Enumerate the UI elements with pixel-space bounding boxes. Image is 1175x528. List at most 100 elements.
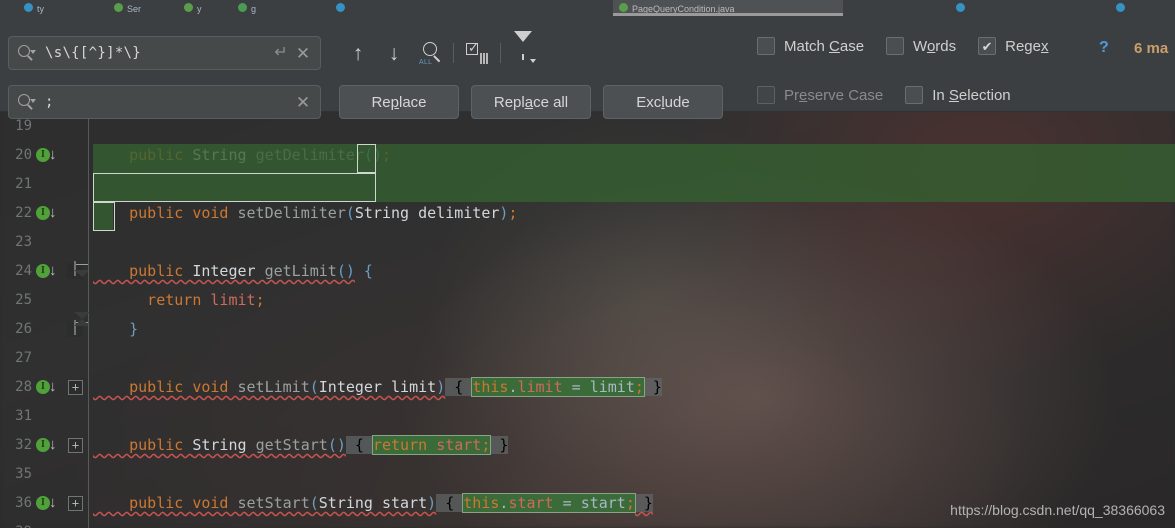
toolbar-divider <box>453 43 454 63</box>
implemented-method-icon[interactable]: I ↓ <box>36 378 66 397</box>
checkbox-box[interactable] <box>757 86 775 104</box>
implemented-method-icon[interactable]: I ↓ <box>36 146 66 165</box>
fold-expand-icon[interactable]: + <box>68 380 83 395</box>
arrow-down-icon: ↓ <box>388 41 400 65</box>
code-line[interactable]: 25 return limit; <box>0 286 1175 315</box>
code-line[interactable]: 27 <box>0 344 1175 373</box>
editor-tab-strip[interactable]: ty Ser y g PageQueryCondition.java <box>0 0 1175 16</box>
replace-input-value: ; <box>45 94 54 110</box>
fold-collapse-icon[interactable] <box>67 261 83 279</box>
interface-file-icon <box>184 3 193 12</box>
editor-tab-label: ty <box>37 4 45 14</box>
fold-guide <box>88 402 89 431</box>
code-text: public Integer getLimit() { <box>93 262 373 280</box>
implemented-method-icon[interactable]: I ↓ <box>36 436 66 455</box>
editor-tab-label: y <box>197 4 202 14</box>
editor-tab[interactable] <box>330 0 351 16</box>
replace-button[interactable]: Re p lace <box>339 85 459 119</box>
editor-tab[interactable] <box>1110 0 1131 16</box>
editor-tab[interactable] <box>950 0 971 16</box>
fold-guide <box>88 257 89 286</box>
replace-input[interactable]: ; ✕ <box>8 85 321 119</box>
previous-occurrence-icon[interactable]: ↑ <box>340 36 376 70</box>
editor-tab[interactable]: y <box>178 0 208 16</box>
code-line[interactable]: 26 } <box>0 315 1175 344</box>
selection-highlight-band <box>93 144 1175 173</box>
line-gutter: 21 <box>0 170 93 199</box>
match-case-checkbox[interactable]: Match Case <box>757 37 864 55</box>
regex-checkbox[interactable]: Regex <box>978 37 1048 55</box>
line-number: 22 <box>15 205 32 221</box>
fold-guide <box>88 489 89 518</box>
add-selection-icon[interactable]: ✓ <box>459 36 495 70</box>
code-line[interactable]: 31 <box>0 402 1175 431</box>
code-line[interactable]: 23 <box>0 228 1175 257</box>
implemented-method-icon[interactable]: I ↓ <box>36 262 66 281</box>
code-line[interactable]: 35 <box>0 460 1175 489</box>
search-icon[interactable] <box>17 44 36 62</box>
search-input-value: \s\{[^}]*\} <box>45 45 142 61</box>
interface-file-icon <box>619 3 628 12</box>
fold-guide <box>88 199 89 228</box>
code-line[interactable]: 28 I ↓ + public void setLimit(Integer lim… <box>0 373 1175 402</box>
line-number: 21 <box>15 176 32 192</box>
fold-guide <box>88 460 89 489</box>
checkbox-box[interactable] <box>905 86 924 104</box>
implemented-method-icon[interactable]: I ↓ <box>36 204 66 223</box>
filter-icon[interactable] <box>506 31 542 70</box>
replace-row: ; ✕ <box>8 85 321 119</box>
next-occurrence-icon[interactable]: ↓ <box>376 36 412 70</box>
clear-search-icon[interactable]: ✕ <box>292 42 314 64</box>
new-line-icon[interactable]: ↵ <box>270 42 292 64</box>
words-checkbox[interactable]: Words <box>886 37 956 55</box>
regex-help-icon[interactable]: ? <box>1099 39 1109 57</box>
clear-replace-icon[interactable]: ✕ <box>292 91 314 113</box>
fold-expand-icon[interactable]: + <box>68 438 83 453</box>
folded-brace-close: } <box>490 436 509 454</box>
code-line[interactable]: 39 <box>0 518 1175 528</box>
search-icon[interactable] <box>17 93 36 111</box>
search-options-row: Match Case Words Regex <box>757 37 1048 55</box>
match-count-label: 6 ma <box>1134 40 1169 57</box>
select-all-occurrences-icon[interactable]: ALL <box>412 36 448 70</box>
line-number: 27 <box>15 350 32 366</box>
search-row: \s\{[^}]*\} ↵ ✕ <box>8 36 321 70</box>
folded-brace-close: } <box>634 494 653 512</box>
fold-collapse-end-icon[interactable] <box>67 320 83 337</box>
replace-all-button[interactable]: Repl a ce all <box>471 85 591 119</box>
line-gutter: 36 I ↓ + <box>0 489 93 518</box>
line-gutter: 24 I ↓ <box>0 257 93 286</box>
editor-tab[interactable]: g <box>232 0 262 16</box>
line-number: 31 <box>15 408 32 424</box>
exclude-button[interactable]: Exc l ude <box>603 85 723 119</box>
fold-guide <box>88 518 89 528</box>
code-line[interactable]: 32 I ↓ + public String getStart() { retur… <box>0 431 1175 460</box>
search-match-highlight: this.limit = limit; <box>471 377 645 397</box>
code-editor[interactable]: 19 20 I↓ public String getDelimiter(); 2… <box>0 112 1175 528</box>
code-text: return limit; <box>93 291 265 309</box>
select-all-label: ALL <box>419 59 433 66</box>
checkbox-box-checked[interactable] <box>978 37 997 55</box>
line-gutter: 22 I ↓ <box>0 199 93 228</box>
code-line[interactable]: 24 I ↓ public Integer getLimit() { <box>0 257 1175 286</box>
editor-tab-label: Ser <box>127 4 142 14</box>
in-selection-checkbox[interactable]: In Selection <box>905 86 1011 104</box>
fold-expand-icon[interactable]: + <box>68 496 83 511</box>
checkbox-box[interactable] <box>757 37 775 55</box>
search-input[interactable]: \s\{[^}]*\} ↵ ✕ <box>8 36 321 70</box>
editor-tab[interactable]: Ser <box>108 0 147 16</box>
editor-tab[interactable]: ty <box>18 0 50 16</box>
selection-highlight-band <box>93 202 113 231</box>
preserve-case-label: Preserve Case <box>784 86 884 104</box>
line-number: 28 <box>15 379 32 395</box>
line-number: 32 <box>15 437 32 453</box>
preserve-case-checkbox[interactable]: Preserve Case <box>757 86 883 104</box>
checkbox-box[interactable] <box>886 37 905 55</box>
editor-tab-active[interactable]: PageQueryCondition.java <box>613 0 843 16</box>
implemented-method-icon[interactable]: I ↓ <box>36 494 66 513</box>
code-line[interactable]: 22 I ↓ public void setDelimiter(String de… <box>0 199 1175 228</box>
